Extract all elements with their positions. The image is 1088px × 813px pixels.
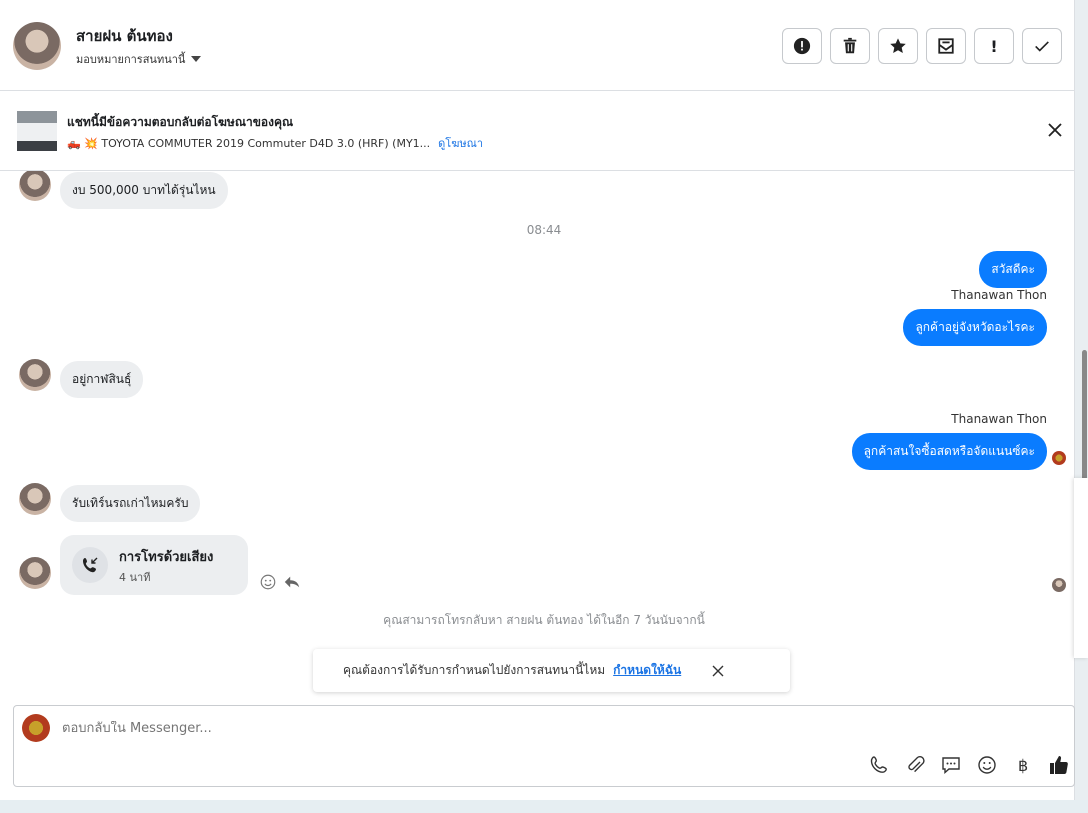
call-title: การโทรด้วยเสียง	[119, 550, 214, 565]
assign-prompt-text: คุณต้องการได้รับการกำหนดไปยังการสนทนานี้…	[343, 663, 606, 677]
star-button[interactable]	[878, 28, 918, 64]
conversation-panel: สายฝน ต้นทอง มอบหมายการสนทนานี้ ! แชทนี้…	[0, 0, 1075, 800]
contact-avatar	[19, 171, 51, 201]
close-icon[interactable]	[1045, 120, 1065, 140]
message-input[interactable]	[62, 721, 762, 736]
close-icon[interactable]	[711, 664, 725, 678]
thumbs-up-icon[interactable]	[1048, 754, 1070, 776]
conversation-header: สายฝน ต้นทอง มอบหมายการสนทนานี้ !	[0, 0, 1075, 91]
contact-avatar	[19, 483, 51, 515]
side-panel-edge	[1074, 478, 1088, 658]
contact-avatar	[19, 557, 51, 589]
scrollbar-thumb[interactable]	[1082, 350, 1087, 480]
emoji-icon[interactable]	[976, 754, 998, 776]
sender-name: Thanawan Thon	[951, 412, 1047, 426]
paperclip-icon[interactable]	[904, 754, 926, 776]
delete-button[interactable]	[830, 28, 870, 64]
view-ad-link[interactable]: ดูโฆษณา	[438, 134, 483, 152]
voice-call-card[interactable]: การโทรด้วยเสียง 4 นาที	[60, 535, 248, 595]
phone-icon[interactable]	[868, 754, 890, 776]
exclamation-icon: !	[990, 36, 998, 56]
archive-button[interactable]	[926, 28, 966, 64]
alert-circle-icon	[793, 37, 811, 55]
assign-prompt-toast: คุณต้องการได้รับการกำหนดไปยังการสนทนานี้…	[313, 649, 790, 692]
reply-composer: ฿	[13, 705, 1075, 787]
message-timestamp: 08:44	[526, 223, 562, 237]
mail-archive-icon	[938, 38, 954, 54]
check-icon	[1035, 41, 1049, 52]
message-thread: งบ 500,000 บาทได้รุ่นไหน 08:44 สวัสดีคะ …	[0, 171, 1075, 704]
call-duration: 4 นาที	[119, 571, 151, 584]
ad-banner-title: แชทนี้มีข้อความตอบกลับต่อโฆษณาของคุณ	[67, 115, 294, 129]
trash-icon	[843, 37, 857, 54]
star-icon	[890, 38, 906, 54]
composer-toolbar: ฿	[868, 754, 1070, 776]
seen-avatar	[1052, 451, 1066, 465]
incoming-message[interactable]: งบ 500,000 บาทได้รุ่นไหน	[60, 172, 228, 209]
missed-call-icon	[72, 547, 108, 583]
page-bottom-strip	[0, 800, 1088, 813]
done-button[interactable]	[1022, 28, 1062, 64]
sender-name: Thanawan Thon	[951, 288, 1047, 302]
mark-button[interactable]: !	[974, 28, 1014, 64]
emoji-react-icon[interactable]	[259, 573, 277, 591]
ad-vehicle-text: 🛻 💥 TOYOTA COMMUTER 2019 Commuter D4D 3.…	[67, 136, 431, 150]
outgoing-message[interactable]: สวัสดีคะ	[979, 251, 1047, 288]
contact-name[interactable]: สายฝน ต้นทอง	[76, 24, 173, 48]
outgoing-message[interactable]: ลูกค้าอยู่จังหวัดอะไรคะ	[903, 309, 1047, 346]
contact-avatar	[19, 359, 51, 391]
svg-text:฿: ฿	[1018, 756, 1028, 775]
ad-reply-banner: แชทนี้มีข้อความตอบกลับต่อโฆษณาของคุณ 🛻 💥…	[0, 91, 1075, 171]
callback-notice: คุณสามารถโทรกลับหา สายฝน ต้นทอง ได้ในอีก…	[383, 613, 705, 627]
baht-icon[interactable]: ฿	[1012, 754, 1034, 776]
assign-label: มอบหมายการสนทนานี้	[76, 53, 186, 66]
incoming-message[interactable]: อยู่กาฬสินธุ์	[60, 361, 144, 398]
caret-down-icon	[191, 56, 202, 62]
report-button[interactable]	[782, 28, 822, 64]
page-avatar	[22, 714, 50, 742]
chat-bubble-icon[interactable]	[940, 754, 962, 776]
assign-dropdown[interactable]: มอบหมายการสนทนานี้	[76, 50, 202, 68]
contact-avatar[interactable]	[13, 22, 61, 70]
ad-details: 🛻 💥 TOYOTA COMMUTER 2019 Commuter D4D 3.…	[67, 134, 483, 152]
seen-avatar	[1052, 578, 1066, 592]
ad-thumbnail[interactable]	[17, 111, 57, 151]
assign-to-me-link[interactable]: กำหนดให้ฉัน	[613, 661, 681, 680]
reply-icon[interactable]	[283, 573, 301, 591]
header-actions: !	[782, 28, 1062, 64]
incoming-message[interactable]: รับเทิร์นรถเก่าไหมครับ	[60, 485, 201, 522]
outgoing-message[interactable]: ลูกค้าสนใจซื้อสดหรือจัดแนนซ์คะ	[851, 433, 1047, 470]
